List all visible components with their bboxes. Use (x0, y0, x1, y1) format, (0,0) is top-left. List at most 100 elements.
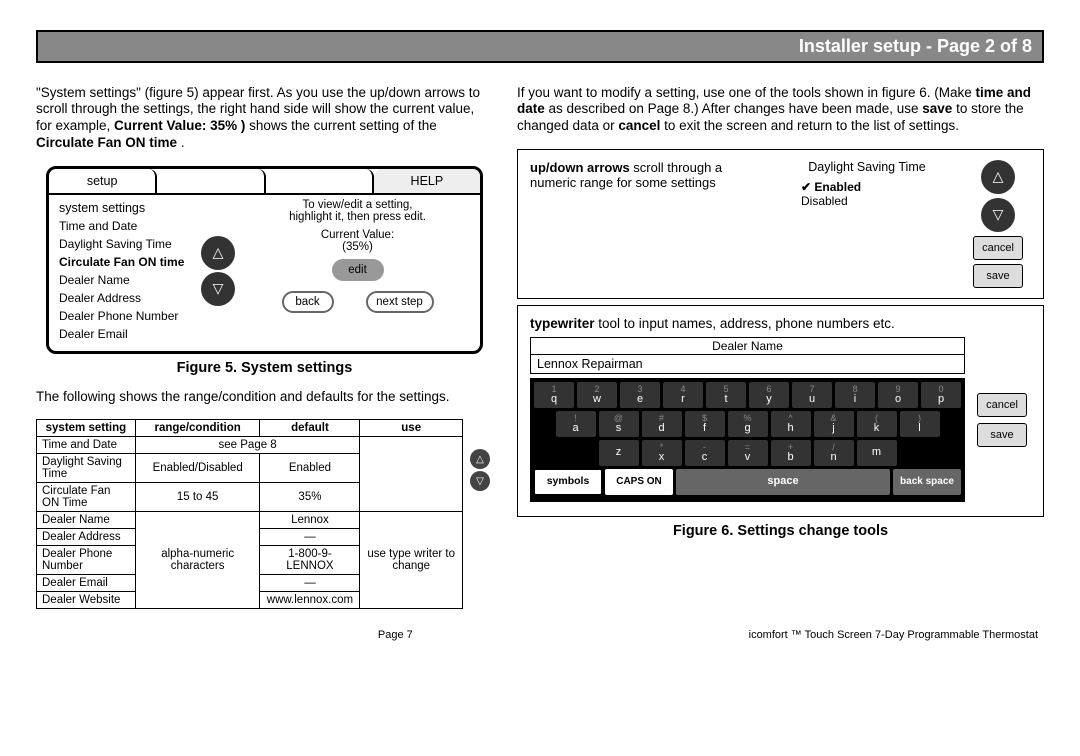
key-f[interactable]: $f (685, 411, 725, 437)
right-column: If you want to modify a setting, use one… (517, 71, 1044, 609)
key-caps[interactable]: CAPS ON (605, 469, 673, 495)
r-intro-4: to exit the screen and return to the lis… (664, 118, 959, 133)
key-x[interactable]: *x (642, 440, 682, 466)
dst-option-disabled[interactable]: Disabled (801, 194, 957, 208)
list-item[interactable]: Dealer Name (55, 271, 195, 289)
key-p[interactable]: 0p (921, 382, 961, 408)
onscreen-keyboard: 1q2w3e4r5t6y7u8i9o0p !a@s#d$f%g^h&j(k)l … (530, 378, 965, 502)
list-item[interactable]: Dealer Phone Number (55, 307, 195, 325)
hint-line1: To view/edit a setting, (289, 199, 426, 211)
tw-label-bold: typewriter (530, 316, 595, 331)
key-o[interactable]: 9o (878, 382, 918, 408)
next-step-button[interactable]: next step (366, 291, 434, 313)
panel-right-info: To view/edit a setting, highlight it, th… (241, 199, 474, 343)
cancel-button[interactable]: cancel (973, 236, 1023, 260)
scroll-arrows (195, 199, 241, 343)
save-button[interactable]: save (977, 423, 1027, 447)
key-symbols[interactable]: symbols (534, 469, 602, 495)
current-value: (35%) (321, 241, 394, 253)
arrow-up-icon[interactable] (981, 160, 1015, 194)
th-range: range/condition (135, 420, 260, 437)
tab-row: setup HELP (49, 169, 480, 195)
arrow-down-icon[interactable] (470, 471, 490, 491)
key-b[interactable]: +b (771, 440, 811, 466)
key-y[interactable]: 6y (749, 382, 789, 408)
typewriter-field-name: Dealer Name (531, 338, 964, 354)
page-number: Page 7 (378, 629, 413, 641)
key-g[interactable]: %g (728, 411, 768, 437)
table-intro: The following shows the range/condition … (36, 389, 493, 406)
th-use: use (360, 420, 463, 437)
left-column: "System settings" (figure 5) appear firs… (36, 71, 493, 609)
key-k[interactable]: (k (857, 411, 897, 437)
page-header: Installer setup - Page 2 of 8 (36, 30, 1044, 63)
figure5-panel: setup HELP system settings Time and Date… (46, 166, 483, 354)
settings-list: system settings Time and Date Daylight S… (55, 199, 195, 343)
two-column-layout: "System settings" (figure 5) appear firs… (36, 71, 1044, 609)
key-l[interactable]: )l (900, 411, 940, 437)
arrow-up-icon[interactable] (470, 449, 490, 469)
typewriter-input: Dealer Name Lennox Repairman (530, 337, 965, 374)
key-d[interactable]: #d (642, 411, 682, 437)
table-scroll-arrows (467, 419, 493, 609)
key-t[interactable]: 5t (706, 382, 746, 408)
intro-t2: shows the current setting of the (249, 118, 437, 133)
typewriter-field-value[interactable]: Lennox Repairman (531, 354, 964, 373)
key-u[interactable]: 7u (792, 382, 832, 408)
th-setting: system setting (37, 420, 136, 437)
edit-button[interactable]: edit (332, 259, 384, 281)
key-backspace[interactable]: back space (893, 469, 961, 495)
save-button[interactable]: save (973, 264, 1023, 288)
tw-label-rest: tool to input names, address, phone numb… (595, 316, 895, 331)
figure6-caption: Figure 6. Settings change tools (517, 523, 1044, 539)
hint-line2: highlight it, then press edit. (289, 211, 426, 223)
list-item-selected[interactable]: Circulate Fan ON time (55, 253, 195, 271)
key-w[interactable]: 2w (577, 382, 617, 408)
arrow-down-icon[interactable] (201, 272, 235, 306)
list-item[interactable]: Dealer Address (55, 289, 195, 307)
key-j[interactable]: &j (814, 411, 854, 437)
product-name: icomfort ™ Touch Screen 7-Day Programmab… (749, 629, 1038, 641)
key-a[interactable]: !a (556, 411, 596, 437)
page-footer: Page 7 icomfort ™ Touch Screen 7-Day Pro… (36, 629, 1044, 641)
r-intro-2: as described on Page 8.) After changes h… (549, 101, 923, 116)
tab-setup[interactable]: setup (49, 169, 157, 195)
arrow-down-icon[interactable] (981, 198, 1015, 232)
current-value-label: Current Value: (321, 229, 394, 241)
r-intro-b2: save (922, 101, 952, 116)
table-row: Dealer Name alpha-numeric characters Len… (37, 512, 463, 529)
key-i[interactable]: 8i (835, 382, 875, 408)
list-item[interactable]: Dealer Email (55, 325, 195, 343)
r-intro-1: If you want to modify a setting, use one… (517, 85, 976, 100)
settings-table: system setting range/condition default u… (36, 419, 463, 609)
cancel-button[interactable]: cancel (977, 393, 1027, 417)
tab-blank1[interactable] (157, 169, 265, 195)
back-button[interactable]: back (282, 291, 334, 313)
key-s[interactable]: @s (599, 411, 639, 437)
intro-t3: . (181, 135, 185, 150)
dst-option-enabled[interactable]: Enabled (801, 180, 957, 194)
right-intro: If you want to modify a setting, use one… (517, 85, 1044, 136)
key-r[interactable]: 4r (663, 382, 703, 408)
table-header-row: system setting range/condition default u… (37, 420, 463, 437)
key-v[interactable]: =v (728, 440, 768, 466)
key-e[interactable]: 3e (620, 382, 660, 408)
list-item[interactable]: Daylight Saving Time (55, 235, 195, 253)
key-z[interactable]: z (599, 440, 639, 466)
key-q[interactable]: 1q (534, 382, 574, 408)
key-space[interactable]: space (676, 469, 890, 495)
key-h[interactable]: ^h (771, 411, 811, 437)
typewriter-tool-box: typewriter tool to input names, address,… (517, 305, 1044, 517)
key-n[interactable]: /n (814, 440, 854, 466)
th-default: default (260, 420, 360, 437)
settings-list-title: system settings (55, 199, 195, 217)
key-c[interactable]: -c (685, 440, 725, 466)
arrow-up-icon[interactable] (201, 236, 235, 270)
table-row: Time and Date see Page 8 (37, 437, 463, 454)
list-item[interactable]: Time and Date (55, 217, 195, 235)
updown-label-bold: up/down arrows (530, 160, 630, 175)
tab-help[interactable]: HELP (374, 169, 480, 195)
tab-blank2[interactable] (266, 169, 374, 195)
intro-b2: Circulate Fan ON time (36, 135, 177, 150)
key-m[interactable]: m (857, 440, 897, 466)
